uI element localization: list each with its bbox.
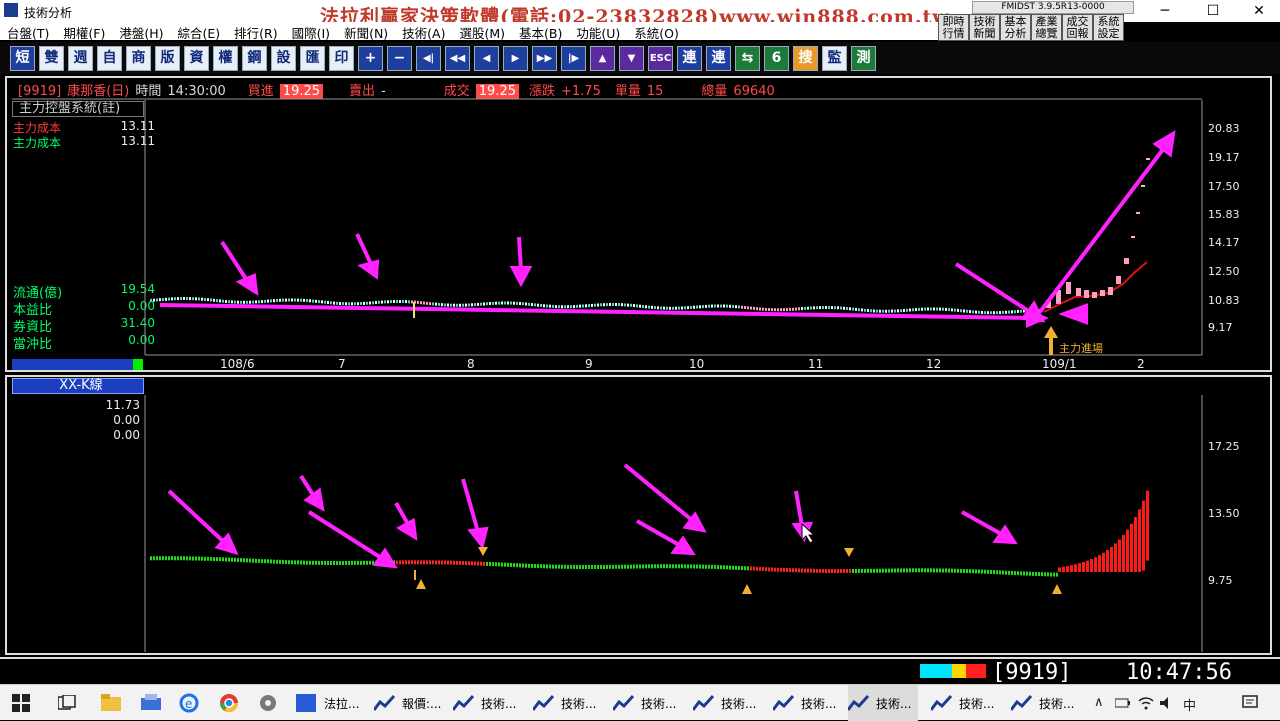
ie-browser-icon[interactable]: e	[179, 693, 199, 713]
chart-app-icon	[848, 694, 870, 711]
taskbar-item[interactable]: 技術...	[453, 685, 523, 721]
taskbar-item[interactable]: 技術...	[693, 685, 763, 721]
chart-app-icon	[773, 694, 795, 711]
taskbar-item[interactable]: 技術...	[773, 685, 843, 721]
taskbar-label: 技術...	[876, 696, 912, 711]
wifi-icon[interactable]	[1138, 695, 1154, 711]
chart-app-icon	[693, 694, 715, 711]
desktop-app-icon[interactable]	[141, 694, 161, 712]
taskbar-label: 技術...	[721, 696, 757, 711]
taskbar-label: 技術...	[641, 696, 677, 711]
settings-app-icon[interactable]	[258, 693, 278, 713]
chart-app-icon	[613, 694, 635, 711]
status-code-text: 9919	[1005, 660, 1059, 685]
chart-app-icon	[931, 694, 953, 711]
chart-app-icon	[1011, 694, 1033, 711]
windows-start-icon[interactable]	[12, 694, 30, 712]
taskbar-item-active[interactable]: 技術...	[848, 685, 918, 721]
status-clock: 10:47:56	[1126, 660, 1232, 685]
task-view-icon[interactable]	[58, 695, 76, 711]
status-code: [9919]	[992, 660, 1072, 685]
trading-window: 技術分析 法拉利贏家決策軟體(電話:02-23832828)www.win888…	[0, 0, 1280, 721]
taskbar-label: 技術...	[959, 696, 995, 711]
taskbar-item[interactable]: 報價:...	[374, 685, 444, 721]
ime-indicator[interactable]: 中	[1183, 695, 1196, 714]
svg-text:e: e	[185, 697, 192, 711]
taskbar-item[interactable]: 技術...	[1011, 685, 1081, 721]
taskbar: e 法拉... 報價:... 技術... 技術... 技術... 技術... 技…	[0, 684, 1280, 721]
taskbar-label: 技術...	[481, 696, 517, 711]
taskbar-label: 法拉...	[324, 696, 360, 711]
volume-icon[interactable]	[1159, 695, 1175, 711]
taskbar-item[interactable]: 技術...	[613, 685, 683, 721]
taskbar-label: 技術...	[561, 696, 597, 711]
app-icon	[296, 694, 316, 712]
taskbar-label: 技術...	[801, 696, 837, 711]
status-swatches	[920, 664, 986, 678]
chevron-up-icon[interactable]: ∧	[1094, 695, 1104, 710]
taskbar-item[interactable]: 技術...	[533, 685, 603, 721]
taskbar-label: 技術...	[1039, 696, 1075, 711]
chrome-browser-icon[interactable]	[219, 693, 239, 713]
taskbar-item[interactable]: 技術...	[931, 685, 1001, 721]
chart-app-icon	[374, 694, 396, 711]
file-explorer-icon[interactable]	[101, 694, 121, 711]
battery-icon[interactable]	[1115, 696, 1131, 710]
chart-app-icon	[533, 694, 555, 711]
chart-app-icon	[453, 694, 475, 711]
notification-icon[interactable]	[1242, 695, 1258, 711]
taskbar-label: 報價:...	[402, 696, 442, 711]
taskbar-item[interactable]: 法拉...	[296, 685, 366, 721]
